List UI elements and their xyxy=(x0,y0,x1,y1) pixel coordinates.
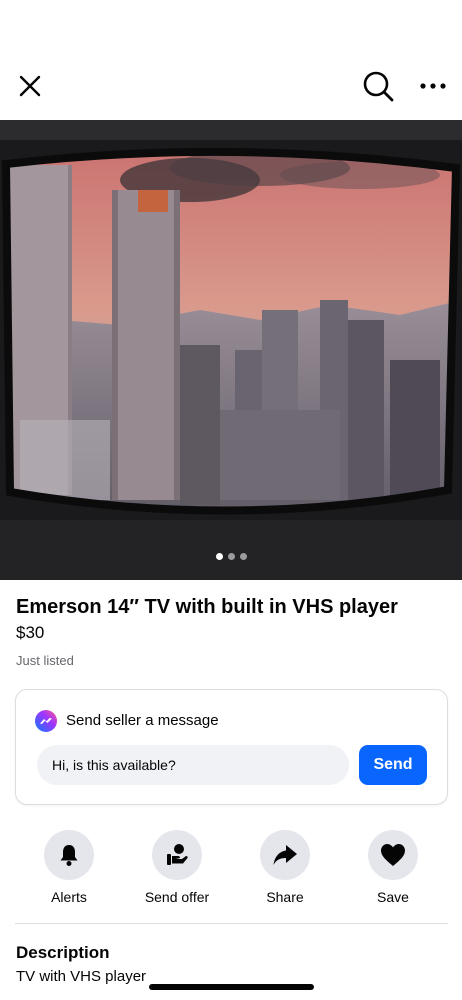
listing-photo[interactable] xyxy=(0,120,462,580)
description-heading: Description xyxy=(16,943,110,962)
alerts-button[interactable]: Alerts xyxy=(14,830,124,906)
carousel-dot[interactable] xyxy=(239,553,247,560)
save-button[interactable]: Save xyxy=(338,830,448,906)
top-bar xyxy=(0,60,462,114)
more-icon[interactable] xyxy=(417,70,449,102)
description-text: TV with VHS player xyxy=(16,968,147,985)
message-heading: Send seller a message xyxy=(66,712,219,729)
listing-status: Just listed xyxy=(16,653,74,668)
message-seller-card: Send seller a message Send xyxy=(15,689,448,805)
close-icon[interactable] xyxy=(14,70,46,102)
search-icon[interactable] xyxy=(361,69,395,103)
share-button[interactable]: Share xyxy=(230,830,340,906)
action-bar: Alerts Send offer Share Save xyxy=(0,830,462,910)
carousel-dot[interactable] xyxy=(227,553,235,560)
action-label: Save xyxy=(377,889,409,905)
share-icon xyxy=(260,830,310,880)
action-label: Share xyxy=(266,889,304,905)
send-offer-button[interactable]: Send offer xyxy=(122,830,232,906)
action-label: Send offer xyxy=(144,889,210,905)
heart-icon xyxy=(368,830,418,880)
messenger-icon xyxy=(35,710,57,732)
send-button[interactable]: Send xyxy=(359,745,427,785)
offer-icon xyxy=(152,830,202,880)
carousel-indicator xyxy=(0,553,462,560)
bell-icon xyxy=(44,830,94,880)
listing-price: $30 xyxy=(16,623,45,642)
carousel-dot[interactable] xyxy=(215,553,223,560)
listing-title: Emerson 14″ TV with built in VHS player xyxy=(16,596,398,618)
home-indicator[interactable] xyxy=(149,984,314,990)
message-input[interactable] xyxy=(37,745,349,785)
divider xyxy=(15,923,448,924)
action-label: Alerts xyxy=(51,889,87,905)
